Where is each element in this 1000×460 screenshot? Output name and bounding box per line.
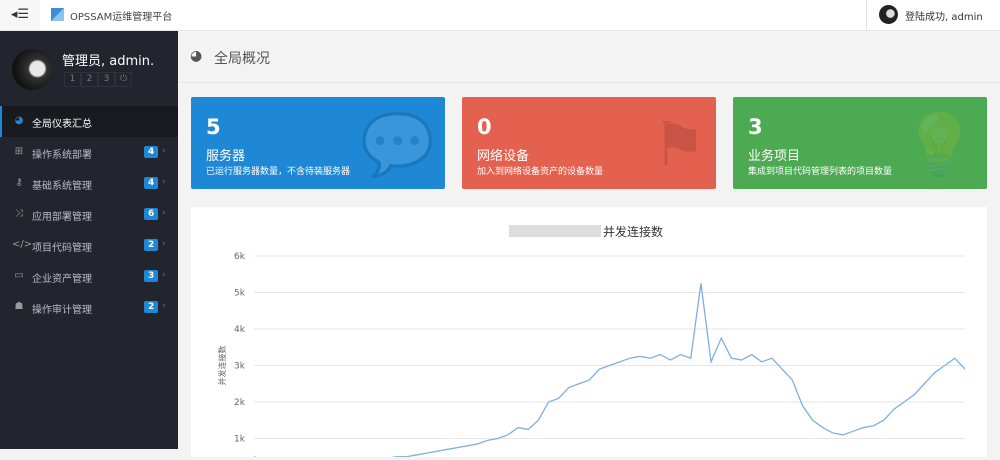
count-badge: 3 xyxy=(144,270,159,282)
comments-icon: 💬 xyxy=(360,110,435,180)
sidebar-item-label: 应用部署管理 xyxy=(32,212,92,223)
sidebar-item-0[interactable]: ◕ 全局仪表汇总 xyxy=(0,106,178,137)
stat-value: 0 xyxy=(477,115,492,139)
stat-description: 集成到项目代码管理列表的项目数量 xyxy=(748,167,893,177)
stat-card-2[interactable]: 💡 3 业务项目集成到项目代码管理列表的项目数量 xyxy=(733,97,987,189)
series-line xyxy=(253,283,966,460)
shuffle-icon: ⤨ xyxy=(15,208,23,219)
page-title: 全局概况 xyxy=(214,51,270,67)
logo-icon xyxy=(51,8,64,21)
top-bar: ◂☰ OPSSAM运维管理平台 登陆成功, admin xyxy=(0,0,1000,31)
power-icon[interactable]: ⏻ xyxy=(115,72,132,87)
stat-name: 业务项目 xyxy=(748,149,801,164)
stat-card-0[interactable]: 💬 5 服务器已运行服务器数量，不含待装服务器 xyxy=(191,97,445,189)
count-badge: 4 xyxy=(144,146,159,158)
chevron-right-icon: › xyxy=(162,177,166,187)
sidebar-item-label: 操作系统部署 xyxy=(32,150,92,161)
redacted-title-prefix xyxy=(509,225,601,237)
stat-card-1[interactable]: ⚑ 0 网络设备加入到网络设备资产的设备数量 xyxy=(462,97,716,189)
user-status-text: 登陆成功, admin xyxy=(905,12,983,23)
key-icon: ⚷ xyxy=(15,177,23,188)
avatar xyxy=(12,49,53,90)
profile-button-2[interactable]: 2 xyxy=(81,72,98,87)
sidebar-item-label: 项目代码管理 xyxy=(32,243,92,254)
desktop-icon: ▭ xyxy=(14,270,24,281)
windows-icon: ⊞ xyxy=(14,146,24,157)
sidebar-item-6[interactable]: ☗ 操作审计管理 2 › xyxy=(0,292,178,323)
sidebar-item-label: 操作审计管理 xyxy=(32,305,92,316)
profile-button-1[interactable]: 1 xyxy=(64,72,81,87)
chevron-right-icon: › xyxy=(162,208,166,218)
sidebar-toggle-button[interactable]: ◂☰ xyxy=(0,0,40,30)
count-badge: 4 xyxy=(144,177,159,189)
chevron-right-icon: › xyxy=(162,146,166,156)
stat-value: 3 xyxy=(748,115,763,139)
menu-icon: ◂☰ xyxy=(10,7,30,22)
lightbulb-icon: 💡 xyxy=(902,110,977,180)
count-badge: 2 xyxy=(144,239,159,251)
profile-button-3[interactable]: 3 xyxy=(98,72,115,87)
user-menu[interactable]: 登陆成功, admin xyxy=(866,0,1000,30)
sidebar-item-4[interactable]: </> 项目代码管理 2 › xyxy=(0,230,178,261)
y-tick-label: 5k xyxy=(234,289,246,299)
chevron-right-icon: › xyxy=(162,239,166,249)
sidebar-item-5[interactable]: ▭ 企业资产管理 3 › xyxy=(0,261,178,292)
chevron-right-icon: › xyxy=(162,301,166,311)
y-tick-label: 1k xyxy=(234,435,246,445)
connections-chart: 并发连接数 1k 2k 3k 4k 5k 6k 并发连接数 xyxy=(217,224,966,460)
dashboard-icon: ◕ xyxy=(14,115,24,126)
sidebar-item-label: 全局仪表汇总 xyxy=(32,119,92,130)
stat-description: 已运行服务器数量，不含待装服务器 xyxy=(206,167,351,177)
chevron-right-icon: › xyxy=(162,270,166,280)
user-avatar xyxy=(879,5,898,24)
chart-title: 并发连接数 xyxy=(603,224,663,239)
count-badge: 6 xyxy=(144,208,159,220)
y-tick-label: 4k xyxy=(234,325,246,335)
app-title: OPSSAM运维管理平台 xyxy=(70,12,173,23)
y-tick-label: 6k xyxy=(234,252,246,262)
sidebar-item-label: 基础系统管理 xyxy=(32,181,92,192)
chart-panel: 并发连接数 1k 2k 3k 4k 5k 6k 并发连接数 xyxy=(191,207,987,460)
profile-name: 管理员, admin. xyxy=(62,54,155,69)
stat-name: 服务器 xyxy=(206,149,246,164)
y-tick-label: 2k xyxy=(234,398,246,408)
profile: 管理员, admin. 1 2 3 ⏻ xyxy=(0,31,178,106)
dashboard-icon: ◕ xyxy=(190,48,203,64)
stat-description: 加入到网络设备资产的设备数量 xyxy=(477,167,604,177)
sidebar-item-2[interactable]: ⚷ 基础系统管理 4 › xyxy=(0,168,178,199)
sidebar-item-3[interactable]: ⤨ 应用部署管理 6 › xyxy=(0,199,178,230)
sidebar: 管理员, admin. 1 2 3 ⏻ ◕ 全局仪表汇总 ⊞ 操作系统部署 4 › ⚷ 基础系… xyxy=(0,31,178,449)
users-icon: ☗ xyxy=(14,301,24,312)
flag-icon: ⚑ xyxy=(652,110,706,180)
count-badge: 2 xyxy=(144,301,159,313)
sidebar-item-1[interactable]: ⊞ 操作系统部署 4 › xyxy=(0,137,178,168)
code-icon: </> xyxy=(12,239,33,250)
stat-name: 网络设备 xyxy=(477,149,530,164)
sidebar-item-label: 企业资产管理 xyxy=(32,274,92,285)
stat-value: 5 xyxy=(206,115,221,139)
page-header: ◕ 全局概况 xyxy=(178,31,1000,83)
y-axis-label: 并发连接数 xyxy=(217,346,227,386)
y-tick-label: 3k xyxy=(234,362,246,372)
